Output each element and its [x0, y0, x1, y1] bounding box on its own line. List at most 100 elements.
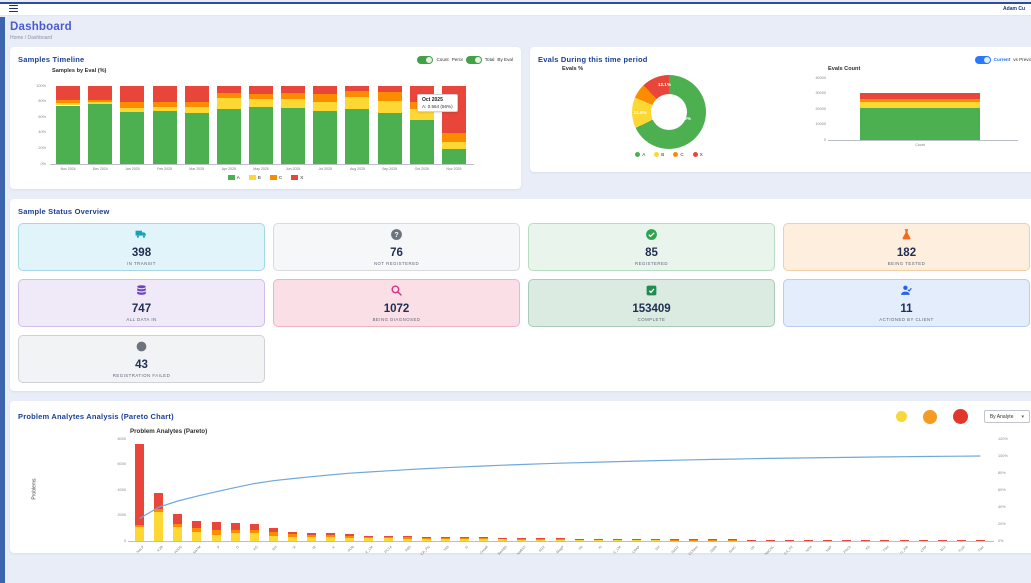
status-card-registered[interactable]: 85REGISTERED: [528, 223, 775, 271]
bar-segment: [479, 537, 488, 538]
status-card-being-diagnosed[interactable]: 1072BEING DIAGNOSED: [273, 279, 520, 327]
bar-segment: [479, 538, 488, 539]
bar-segment: [556, 538, 565, 539]
bar-segment: [120, 108, 144, 112]
count-percent-toggle[interactable]: [417, 56, 433, 64]
bar-segment: [345, 538, 354, 541]
axis-tick: 8000: [96, 437, 126, 441]
filter-orange-button[interactable]: [923, 410, 937, 424]
bar-segment: [217, 98, 241, 109]
pareto-section: Problem Analytes Analysis (Pareto Chart)…: [10, 401, 1031, 553]
legend-item[interactable]: B: [654, 152, 664, 157]
axis-label: Count: [860, 143, 980, 147]
x-axis-line: [128, 541, 994, 542]
bar-segment: [88, 86, 112, 100]
axis-label: Jan 2025: [116, 167, 148, 171]
bar-segment: [536, 539, 545, 540]
status-card-in-transit[interactable]: 398IN TRANSIT: [18, 223, 265, 271]
bar-segment: [536, 540, 545, 541]
bar-segment: [785, 540, 794, 541]
status-card-actioned-by-client[interactable]: 11ACTIONED BY CLIENT: [783, 279, 1030, 327]
axis-tick: 80%: [18, 99, 46, 103]
bar-segment: [556, 540, 565, 541]
axis-tick: 6000: [96, 462, 126, 466]
bar-segment: [345, 97, 369, 109]
question-icon: ?: [390, 228, 403, 246]
legend-item[interactable]: C: [270, 175, 282, 180]
bar-segment: [442, 142, 466, 149]
bar-segment: [378, 113, 402, 164]
menu-icon[interactable]: [9, 5, 18, 12]
total-byeval-toggle[interactable]: [466, 56, 482, 64]
bar-segment: [281, 93, 305, 99]
bar-segment: [708, 540, 717, 541]
bar-segment: [269, 536, 278, 541]
by-analyte-label: By Analyte: [990, 414, 1014, 420]
user-menu[interactable]: Adam Cu: [1003, 6, 1025, 12]
bar-segment: [269, 528, 278, 532]
bar-segment: [281, 86, 305, 93]
status-grid: 398IN TRANSIT?76NOT REGISTERED85REGISTER…: [18, 223, 1030, 383]
tooltip-title: Oct 2025: [422, 97, 453, 103]
donut-slice-label: 12.1%: [658, 82, 671, 87]
filter-red-button[interactable]: [953, 409, 968, 424]
bar-segment: [217, 93, 241, 98]
bar-segment: [307, 535, 316, 538]
collapsed-sidebar[interactable]: [0, 17, 5, 583]
donut-legend: ABCX: [538, 152, 800, 157]
axis-tick: 60%: [998, 488, 1006, 492]
bar-segment: [56, 106, 80, 165]
bar-segment: [632, 540, 641, 541]
bar-segment: [173, 524, 182, 527]
legend-item[interactable]: C: [673, 152, 683, 157]
axis-tick: 100%: [18, 84, 46, 88]
status-card-being-tested[interactable]: 182BEING TESTED: [783, 223, 1030, 271]
status-card-not-registered[interactable]: ?76NOT REGISTERED: [273, 223, 520, 271]
bar-segment: [249, 107, 273, 164]
filter-yellow-button[interactable]: [896, 411, 907, 422]
legend-item[interactable]: B: [249, 175, 261, 180]
bar-segment: [192, 528, 201, 532]
bar-segment: [135, 444, 144, 525]
check-square-icon: [645, 284, 658, 302]
bar-segment: [670, 540, 679, 541]
legend-item[interactable]: A: [228, 175, 240, 180]
bar-segment: [378, 101, 402, 113]
bar-segment: [345, 534, 354, 536]
tooltip-value: A: 0.564 (56%): [422, 104, 453, 109]
bar-segment: [135, 525, 144, 527]
bar-segment: [326, 535, 335, 537]
bar-segment: [441, 537, 450, 538]
axis-label: Feb 2025: [148, 167, 180, 171]
status-label: NOT REGISTERED: [374, 261, 419, 266]
axis-tick: 0%: [998, 539, 1004, 543]
legend-item[interactable]: A: [635, 152, 645, 157]
axis-tick: 0%: [18, 162, 46, 166]
legend-item[interactable]: X: [693, 152, 703, 157]
bar-segment: [364, 538, 373, 541]
bar-segment: [364, 537, 373, 539]
bar-segment: [842, 540, 851, 541]
status-card-all-data-in[interactable]: 747ALL DATA IN: [18, 279, 265, 327]
breadcrumb-home[interactable]: Home: [10, 35, 23, 41]
status-card-complete[interactable]: 153409COMPLETE: [528, 279, 775, 327]
bar-segment: [313, 111, 337, 164]
bar-segment: [120, 86, 144, 102]
by-analyte-select[interactable]: By Analyte ▾: [984, 410, 1030, 423]
bar-segment: [212, 522, 221, 530]
bar-segment: [326, 533, 335, 535]
bar-segment: [212, 535, 221, 541]
status-value: 747: [132, 303, 151, 316]
current-previous-toggle[interactable]: [975, 56, 991, 64]
samples-timeline-card: Samples Timeline Count Percent Total By …: [10, 47, 521, 189]
axis-tick: 120%: [998, 437, 1008, 441]
samples-timeline-title: Samples Timeline: [18, 55, 84, 64]
toggle-label-count: Count: [436, 57, 448, 62]
pareto-controls: By Analyte ▾: [896, 409, 1030, 424]
legend-item[interactable]: X: [291, 175, 303, 180]
status-card-registration-failed[interactable]: 43REGISTRATION FAILED: [18, 335, 265, 383]
axis-label: Nov 2025: [438, 167, 470, 171]
cumulative-line: [96, 435, 1031, 561]
bar-segment: [192, 532, 201, 541]
bar-segment: [442, 133, 466, 142]
